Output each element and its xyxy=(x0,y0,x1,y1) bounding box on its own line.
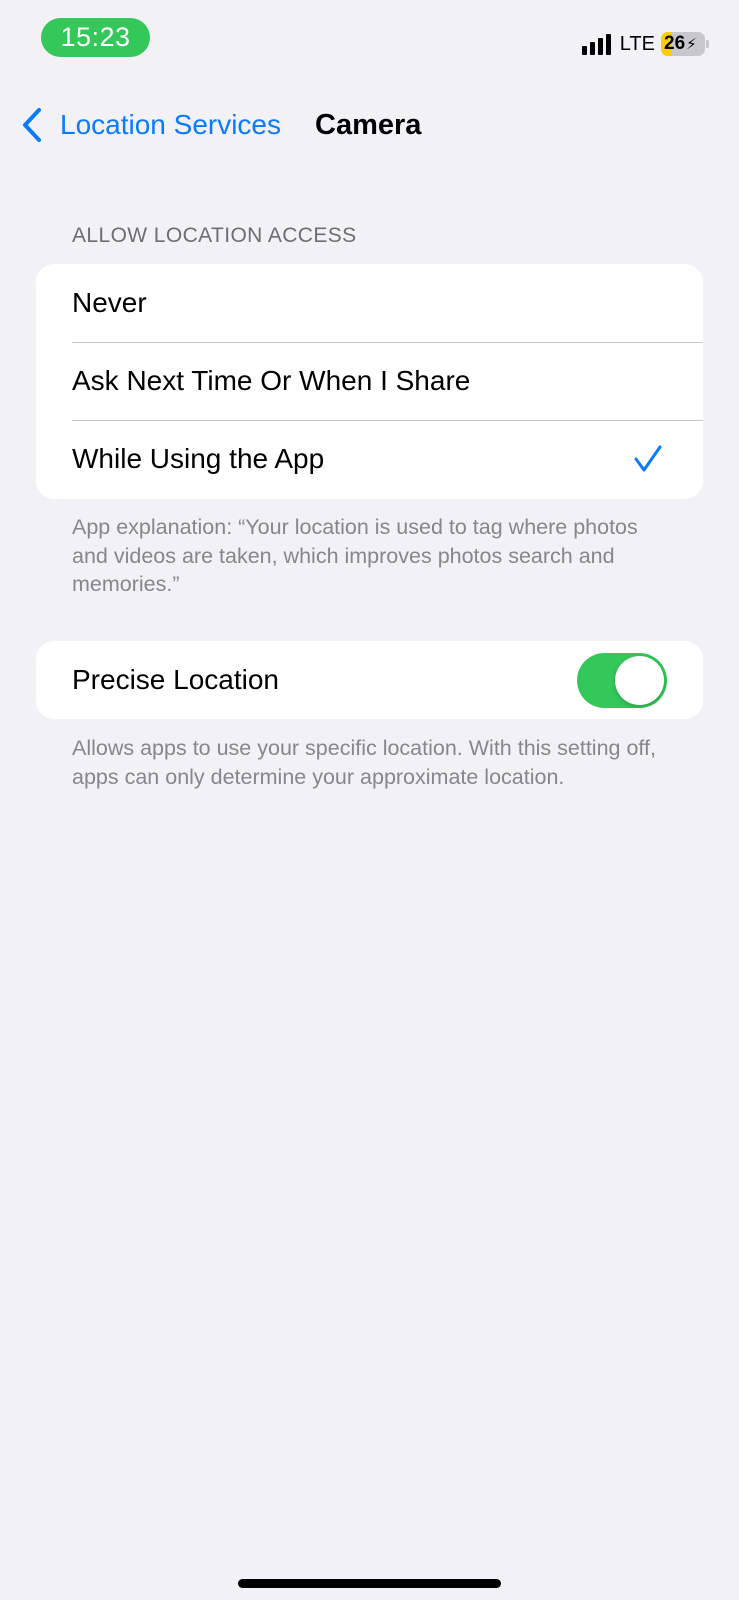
option-label: Ask Next Time Or When I Share xyxy=(72,365,471,396)
home-indicator[interactable] xyxy=(238,1579,501,1588)
status-time[interactable]: 15:23 xyxy=(41,18,150,57)
battery-cap xyxy=(706,40,709,48)
checkmark-icon xyxy=(634,445,662,472)
chevron-left-icon xyxy=(23,108,41,142)
precise-location-toggle[interactable] xyxy=(577,653,667,708)
precise-location-group: Precise Location xyxy=(36,641,703,719)
precise-location-row: Precise Location xyxy=(36,641,703,719)
back-button[interactable]: Location Services xyxy=(20,100,281,150)
precise-location-label: Precise Location xyxy=(72,664,280,695)
option-never[interactable]: Never xyxy=(36,264,703,342)
app-explanation-text: App explanation: “Your location is used … xyxy=(72,515,638,596)
location-access-options: Never Ask Next Time Or When I Share Whil… xyxy=(36,264,703,499)
navigation-bar: Location Services Camera xyxy=(0,100,739,150)
location-access-header: ALLOW LOCATION ACCESS xyxy=(72,224,357,247)
battery-icon: 26 ⚡︎ xyxy=(661,32,705,56)
toggle-knob xyxy=(615,656,664,705)
cellular-signal-icon xyxy=(581,33,611,55)
battery-level: 26 xyxy=(664,33,686,54)
back-button-label: Location Services xyxy=(60,109,282,140)
charging-bolt-icon: ⚡︎ xyxy=(686,36,697,53)
option-ask-next-time[interactable]: Ask Next Time Or When I Share xyxy=(36,342,703,420)
option-label: Never xyxy=(72,287,147,318)
status-indicators: LTE 26 ⚡︎ xyxy=(581,32,709,56)
option-while-using[interactable]: While Using the App xyxy=(36,420,703,498)
option-label: While Using the App xyxy=(72,443,325,474)
precise-location-description: Allows apps to use your specific locatio… xyxy=(72,736,656,789)
network-type: LTE xyxy=(619,33,655,55)
page-title: Camera xyxy=(315,109,422,141)
status-bar: 15:23 LTE 26 ⚡︎ xyxy=(0,0,739,80)
